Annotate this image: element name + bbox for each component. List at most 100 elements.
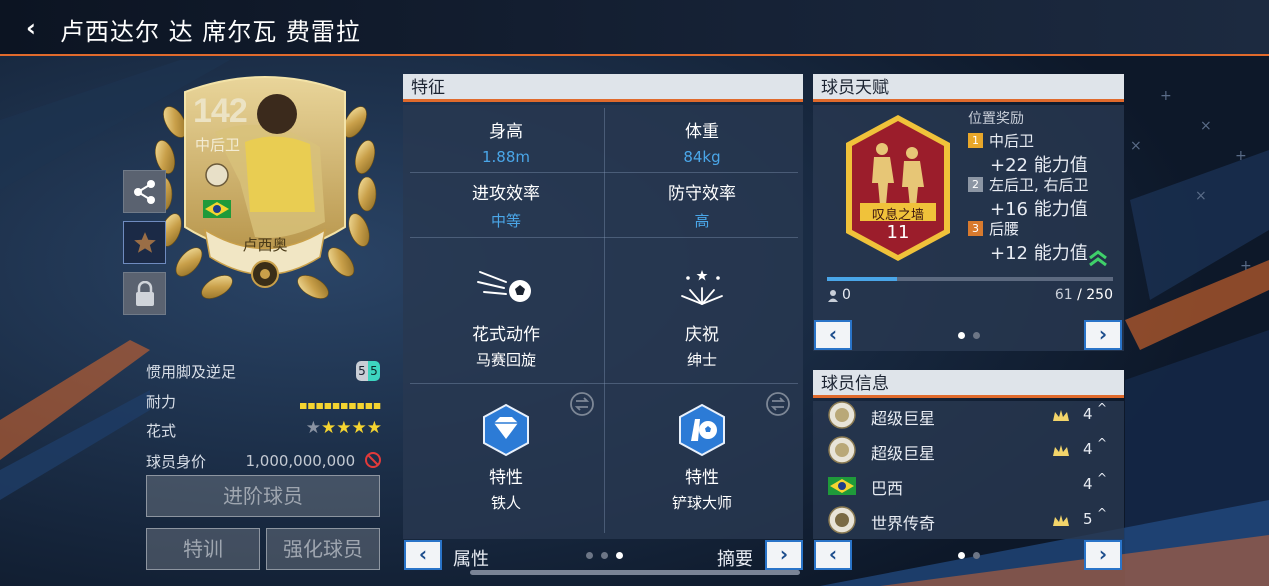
traits-divider bbox=[410, 172, 798, 173]
special-training-button[interactable]: 特训 bbox=[146, 528, 260, 570]
info-row[interactable]: 巴西 4 ^ bbox=[815, 468, 1121, 503]
weight-label: 体重 bbox=[685, 122, 719, 142]
info-row-name: 超级巨星 bbox=[871, 444, 936, 463]
player-position: 中后卫 bbox=[195, 136, 241, 154]
value-amount: 1,000,000,000 bbox=[245, 452, 356, 470]
stamina-segment bbox=[324, 403, 332, 409]
footedness-row: 惯用脚及逆足 55 bbox=[146, 359, 382, 383]
bonus-rank-badge: 2 bbox=[968, 177, 983, 192]
star-icon: ★ bbox=[366, 418, 382, 438]
back-button[interactable]: ‹ bbox=[18, 12, 44, 44]
info-row-count: 4 bbox=[1083, 440, 1093, 458]
traits-page-dot bbox=[601, 552, 608, 559]
skill-moves-stars: ★★★★★ bbox=[306, 418, 382, 438]
enhance-player-button[interactable]: 强化球员 bbox=[266, 528, 380, 570]
diamond-trait-icon bbox=[483, 403, 529, 457]
skill-move-value: 马赛回旋 bbox=[475, 351, 536, 369]
info-row[interactable]: 世界传奇 5 ^ bbox=[815, 503, 1121, 538]
player-ovr: 142 bbox=[193, 92, 248, 130]
defense-rate-label: 防守效率 bbox=[668, 184, 736, 204]
position-bonus-title: 位置奖励 bbox=[968, 111, 1024, 127]
stamina-segment bbox=[357, 403, 364, 409]
traits-next-label[interactable]: 摘要 bbox=[717, 545, 753, 571]
player-card-name: 卢西奥 bbox=[242, 236, 288, 254]
celebration-cell[interactable]: 庆祝 绅士 bbox=[606, 266, 798, 370]
player-card[interactable]: 142 中后卫 卢西奥 bbox=[145, 62, 385, 320]
talent-prev-button[interactable]: ‹ bbox=[814, 320, 852, 350]
traits-scrollbar[interactable] bbox=[470, 570, 800, 575]
share-button[interactable] bbox=[123, 170, 166, 213]
value-label: 球员身价 bbox=[146, 453, 207, 471]
traits-prev-button[interactable]: ‹ bbox=[404, 540, 442, 570]
stamina-label: 耐力 bbox=[146, 393, 177, 411]
chevron-up-icon: ^ bbox=[1097, 436, 1108, 450]
trait-label: 特性 bbox=[489, 468, 523, 488]
attack-rate-cell: 进攻效率 中等 bbox=[410, 179, 602, 231]
favorite-button[interactable] bbox=[123, 221, 166, 264]
stamina-segment bbox=[341, 403, 348, 409]
stamina-segment bbox=[308, 403, 315, 409]
traits-page-dot bbox=[586, 552, 593, 559]
celebration-value: 绅士 bbox=[686, 351, 717, 369]
talent-panel-title: 球员天赋 bbox=[813, 74, 1124, 102]
stamina-segment bbox=[349, 403, 356, 409]
brazil-flag-icon bbox=[828, 477, 856, 495]
traits-panel-title: 特征 bbox=[403, 74, 803, 102]
trait-tackle-value: 铲球大师 bbox=[671, 494, 732, 512]
talent-next-button[interactable]: › bbox=[1084, 320, 1122, 350]
bonus-value: +12 能力值 bbox=[990, 243, 1088, 264]
star-icon: ★ bbox=[336, 418, 352, 438]
svg-text:+: + bbox=[1235, 148, 1247, 164]
defense-rate-cell: 防守效率 高 bbox=[606, 179, 798, 231]
stamina-segment bbox=[365, 403, 373, 409]
info-row[interactable]: 超级巨星 4 ^ bbox=[815, 398, 1121, 433]
traits-next-button[interactable]: › bbox=[765, 540, 803, 570]
height-label: 身高 bbox=[489, 122, 523, 142]
attack-rate-label: 进攻效率 bbox=[472, 184, 540, 204]
bonus-rank-badge: 3 bbox=[968, 221, 983, 236]
svg-text:+: + bbox=[1160, 88, 1172, 104]
lock-icon bbox=[135, 280, 154, 306]
celebration-label: 庆祝 bbox=[685, 325, 719, 345]
chevron-up-icon: ^ bbox=[1097, 506, 1108, 520]
advance-player-button[interactable]: 进阶球员 bbox=[146, 475, 380, 517]
tackle-trait-icon bbox=[679, 403, 725, 457]
info-row[interactable]: 超级巨星 4 ^ bbox=[815, 433, 1121, 468]
player-full-name: 卢西达尔 达 席尔瓦 费雷拉 bbox=[60, 18, 361, 46]
traits-prev-label[interactable]: 属性 bbox=[453, 545, 489, 571]
trait-ironman-cell[interactable]: 特性 铁人 bbox=[410, 403, 602, 513]
skill-move-label: 花式动作 bbox=[472, 325, 540, 345]
talent-badge[interactable]: 叹息之墙 11 bbox=[842, 113, 954, 263]
footedness-value: 55 bbox=[356, 361, 380, 381]
trait-ironman-value: 铁人 bbox=[490, 494, 521, 512]
height-cell: 身高 1.88m bbox=[410, 117, 602, 166]
info-prev-button[interactable]: ‹ bbox=[814, 540, 852, 570]
info-page-dot bbox=[973, 552, 980, 559]
info-next-button[interactable]: › bbox=[1084, 540, 1122, 570]
lock-button[interactable] bbox=[123, 272, 166, 315]
bonus-row-1: 1 中后卫 +22 能力值 bbox=[968, 130, 1088, 177]
top-bar: ‹ 卢西达尔 达 席尔瓦 费雷拉 bbox=[0, 0, 1269, 56]
info-row-count: 4 bbox=[1083, 475, 1093, 493]
svg-text:×: × bbox=[1195, 188, 1207, 204]
crown-icon bbox=[1053, 515, 1069, 526]
trait-tackle-cell[interactable]: 特性 铲球大师 bbox=[606, 403, 798, 513]
icon-badge-icon bbox=[828, 436, 856, 464]
footedness-label: 惯用脚及逆足 bbox=[146, 363, 237, 381]
value-amount-wrap: 1,000,000,000 bbox=[245, 451, 382, 470]
weight-cell: 体重 84kg bbox=[606, 117, 798, 166]
skill-move-cell[interactable]: 花式动作 马赛回旋 bbox=[410, 266, 602, 370]
star-icon: ★ bbox=[321, 418, 337, 438]
bonus-rank-badge: 1 bbox=[968, 133, 983, 148]
traits-divider bbox=[410, 237, 798, 238]
info-panel-title: 球员信息 bbox=[813, 370, 1124, 398]
stamina-bar bbox=[300, 396, 382, 414]
height-value: 1.88m bbox=[481, 148, 530, 166]
bonus-positions: 中后卫 bbox=[989, 132, 1035, 150]
defense-rate-value: 高 bbox=[694, 212, 710, 230]
trait-label: 特性 bbox=[685, 468, 719, 488]
info-row-name: 世界传奇 bbox=[871, 514, 936, 533]
icon-badge-icon bbox=[828, 506, 856, 534]
traits-divider bbox=[410, 383, 798, 384]
stamina-row: 耐力 bbox=[146, 389, 382, 413]
